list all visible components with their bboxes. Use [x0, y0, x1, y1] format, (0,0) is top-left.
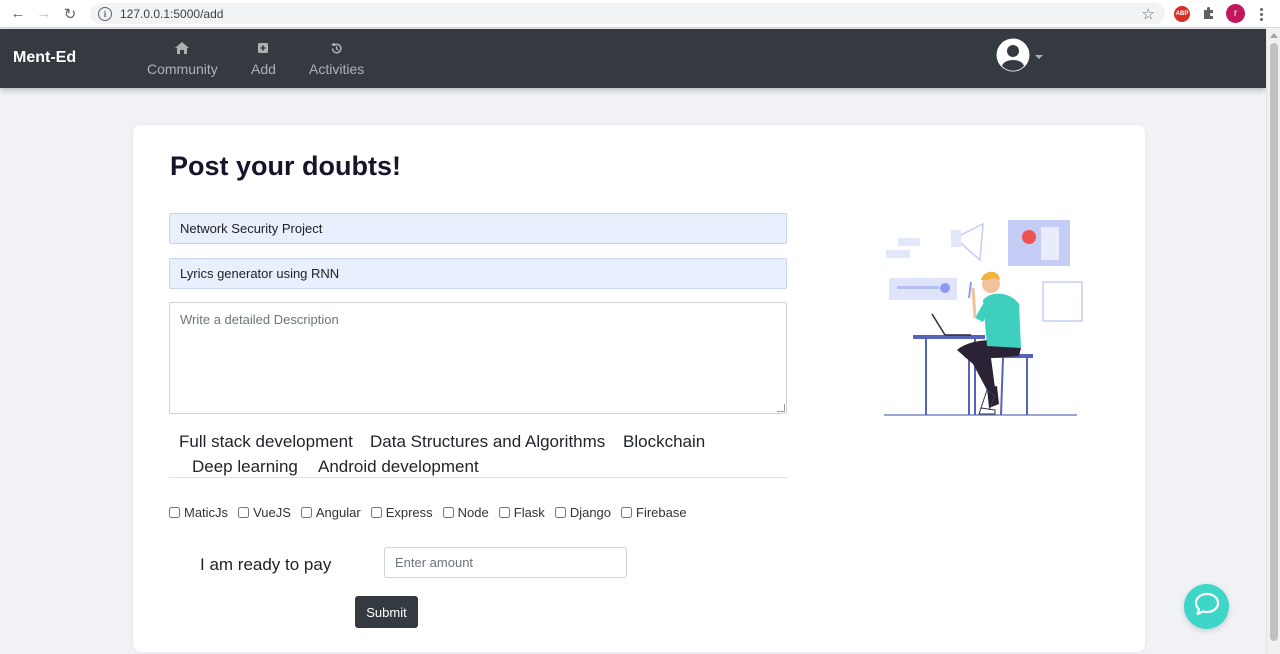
checkbox-express[interactable]: Express: [370, 505, 433, 520]
amount-input[interactable]: [384, 547, 627, 578]
divider: [169, 477, 788, 478]
resize-handle-icon[interactable]: [777, 404, 785, 412]
submit-button[interactable]: Submit: [355, 596, 418, 628]
extensions-puzzle-icon[interactable]: [1200, 4, 1218, 22]
technology-checkboxes: MaticJs VueJS Angular Express Node Flask…: [169, 505, 697, 520]
checkbox-firebase[interactable]: Firebase: [621, 505, 687, 520]
nav-item-community[interactable]: Community: [147, 39, 218, 77]
project-title-field[interactable]: [169, 213, 787, 244]
history-icon: [330, 39, 343, 57]
illustration-red-dot: [1022, 230, 1036, 244]
doubt-title-field[interactable]: [169, 258, 787, 289]
checkbox-input[interactable]: [300, 507, 312, 518]
plus-square-icon: [257, 39, 269, 57]
profile-avatar[interactable]: r: [1226, 4, 1245, 23]
checkbox-input[interactable]: [169, 507, 180, 518]
checkbox-input[interactable]: [554, 507, 566, 518]
post-doubt-card: Post your doubts! Full stack development…: [133, 125, 1145, 652]
checkbox-input[interactable]: [621, 507, 633, 518]
checkbox-vuejs[interactable]: VueJS: [238, 505, 291, 520]
brand-logo[interactable]: Ment-Ed: [13, 49, 76, 67]
checkbox-label: Flask: [513, 505, 545, 520]
topic-android[interactable]: Android development: [318, 457, 479, 477]
forward-arrow-icon[interactable]: →: [31, 1, 57, 27]
pay-label: I am ready to pay: [200, 555, 332, 574]
bookmark-star-icon[interactable]: ☆: [1142, 5, 1155, 23]
browser-toolbar: ← → ↻ i 127.0.0.1:5000/add ☆ ABP r: [0, 0, 1280, 28]
checkbox-label: Django: [569, 505, 612, 520]
adblock-extension-icon[interactable]: ABP: [1174, 6, 1190, 22]
nav-label: Activities: [309, 61, 365, 77]
checkbox-input[interactable]: [498, 507, 510, 518]
checkbox-input[interactable]: [370, 507, 382, 518]
topic-blockchain[interactable]: Blockchain: [623, 432, 705, 452]
checkbox-label: Angular: [315, 505, 361, 520]
chat-button[interactable]: [1184, 584, 1229, 629]
back-arrow-icon[interactable]: ←: [5, 1, 31, 27]
checkbox-maticjs[interactable]: MaticJs: [169, 505, 228, 520]
address-bar[interactable]: i 127.0.0.1:5000/add ☆: [90, 3, 1165, 24]
topic-full-stack[interactable]: Full stack development: [179, 432, 353, 452]
topic-dsa[interactable]: Data Structures and Algorithms: [370, 432, 605, 452]
reload-icon[interactable]: ↻: [57, 1, 83, 27]
chevron-down-icon[interactable]: [1035, 55, 1043, 59]
page-scrollbar[interactable]: [1266, 29, 1280, 654]
checkbox-label: Firebase: [636, 505, 687, 520]
app-navbar: Ment-Ed Community Add Activities: [0, 29, 1266, 88]
topic-deep-learning[interactable]: Deep learning: [192, 457, 298, 477]
checkbox-input[interactable]: [442, 507, 454, 518]
page-title: Post your doubts!: [170, 151, 401, 181]
checkbox-node[interactable]: Node: [442, 505, 489, 520]
user-circle-icon[interactable]: [996, 38, 1030, 72]
url-text: 127.0.0.1:5000/add: [120, 6, 224, 21]
illustration-card-shape: [1008, 220, 1070, 266]
site-info-icon[interactable]: i: [98, 6, 112, 21]
checkbox-label: MaticJs: [184, 505, 229, 520]
nav-label: Community: [147, 61, 218, 77]
checkbox-flask[interactable]: Flask: [498, 505, 545, 520]
checkbox-label: Express: [385, 505, 433, 520]
checkbox-angular[interactable]: Angular: [300, 505, 361, 520]
scroll-thumb[interactable]: [1270, 43, 1278, 641]
nav-item-activities[interactable]: Activities: [309, 39, 364, 77]
checkbox-label: VueJS: [253, 505, 291, 520]
nav-item-add[interactable]: Add: [251, 39, 276, 77]
browser-menu-icon[interactable]: [1254, 4, 1268, 24]
home-icon: [174, 39, 190, 57]
nav-label: Add: [251, 61, 276, 77]
scroll-up-icon[interactable]: [1270, 33, 1278, 38]
checkbox-input[interactable]: [238, 507, 250, 518]
checkbox-django[interactable]: Django: [554, 505, 612, 520]
checkbox-label: Node: [457, 505, 489, 520]
person-at-laptop-illustration: [883, 218, 1088, 418]
description-field[interactable]: [169, 302, 787, 414]
chat-bubble-icon: [1194, 592, 1220, 621]
